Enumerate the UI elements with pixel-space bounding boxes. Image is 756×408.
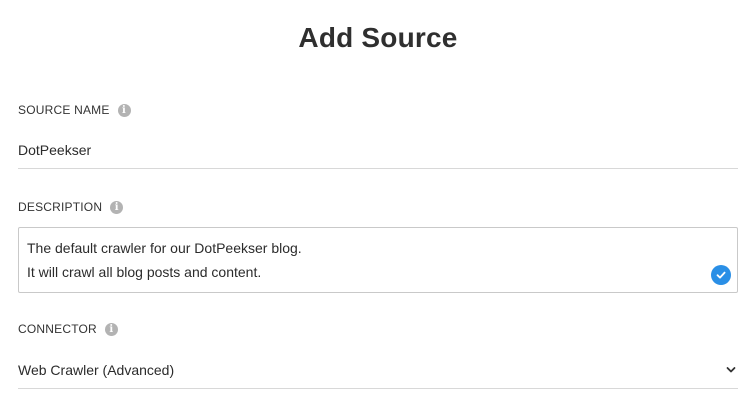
source-name-input[interactable]: [18, 132, 738, 169]
connector-select[interactable]: Web Crawler (Advanced): [18, 352, 738, 389]
info-icon[interactable]: i: [104, 322, 118, 336]
check-circle-icon: [711, 265, 731, 285]
source-name-label-row: SOURCE NAME i: [18, 103, 131, 117]
info-icon[interactable]: i: [117, 103, 131, 117]
description-textarea[interactable]: The default crawler for our DotPeekser b…: [18, 227, 738, 293]
page-title: Add Source: [298, 22, 458, 53]
connector-label-row: CONNECTOR i: [18, 322, 118, 336]
info-icon[interactable]: i: [110, 200, 124, 214]
connector-selected-value: Web Crawler (Advanced): [18, 362, 175, 378]
connector-label: CONNECTOR: [18, 322, 97, 336]
description-label: DESCRIPTION: [18, 200, 103, 214]
chevron-down-icon: [726, 366, 736, 374]
description-label-row: DESCRIPTION i: [18, 200, 124, 214]
description-line-1: The default crawler for our DotPeekser b…: [27, 240, 302, 256]
description-line-2: It will crawl all blog posts and content…: [27, 264, 262, 280]
source-name-label: SOURCE NAME: [18, 103, 110, 117]
